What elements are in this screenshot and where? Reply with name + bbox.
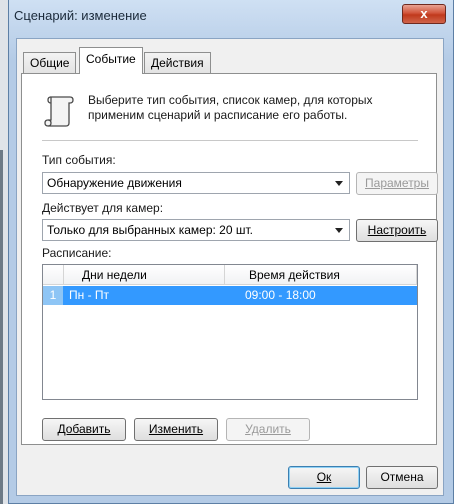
event-type-select[interactable]: Обнаружение движения bbox=[42, 172, 350, 194]
row-number: 1 bbox=[43, 286, 63, 305]
window-title: Сценарий: изменение bbox=[14, 8, 147, 23]
cameras-label: Действует для камер: bbox=[42, 201, 164, 215]
edit-button[interactable]: Изменить bbox=[134, 418, 218, 441]
chevron-down-icon bbox=[335, 181, 343, 186]
close-button[interactable]: x bbox=[402, 4, 446, 24]
tab-event[interactable]: Событие bbox=[79, 47, 143, 74]
cameras-select[interactable]: Только для выбранных камер: 20 шт. bbox=[42, 219, 350, 241]
cancel-button[interactable]: Отмена bbox=[366, 466, 438, 489]
row-time: 09:00 - 18:00 bbox=[245, 288, 316, 302]
row-days: Пн - Пт bbox=[69, 288, 110, 302]
event-type-value: Обнаружение движения bbox=[47, 176, 182, 190]
table-corner-header bbox=[43, 265, 64, 285]
event-type-label: Тип события: bbox=[42, 153, 116, 167]
table-row[interactable]: 1 Пн - Пт 09:00 - 18:00 bbox=[43, 286, 417, 305]
tab-actions[interactable]: Действия bbox=[144, 52, 211, 73]
delete-button[interactable]: Удалить bbox=[226, 418, 310, 441]
column-header-days[interactable]: Дни недели bbox=[64, 265, 225, 285]
divider bbox=[42, 140, 418, 141]
background-window-edge bbox=[0, 0, 8, 504]
configure-button[interactable]: Настроить bbox=[356, 219, 438, 242]
params-button[interactable]: Параметры bbox=[356, 172, 438, 195]
ok-button[interactable]: Ок bbox=[288, 466, 360, 489]
scroll-icon bbox=[42, 93, 76, 129]
cameras-value: Только для выбранных камер: 20 шт. bbox=[47, 223, 253, 237]
schedule-table[interactable]: Дни недели Время действия 1 Пн - Пт 09:0… bbox=[42, 264, 418, 400]
info-text: Выберите тип события, список камер, для … bbox=[88, 93, 373, 122]
chevron-down-icon bbox=[335, 228, 343, 233]
tab-general[interactable]: Общие bbox=[23, 52, 77, 73]
schedule-label: Расписание: bbox=[42, 246, 112, 260]
column-header-time[interactable]: Время действия bbox=[225, 265, 417, 285]
add-button[interactable]: Добавить bbox=[42, 418, 126, 441]
